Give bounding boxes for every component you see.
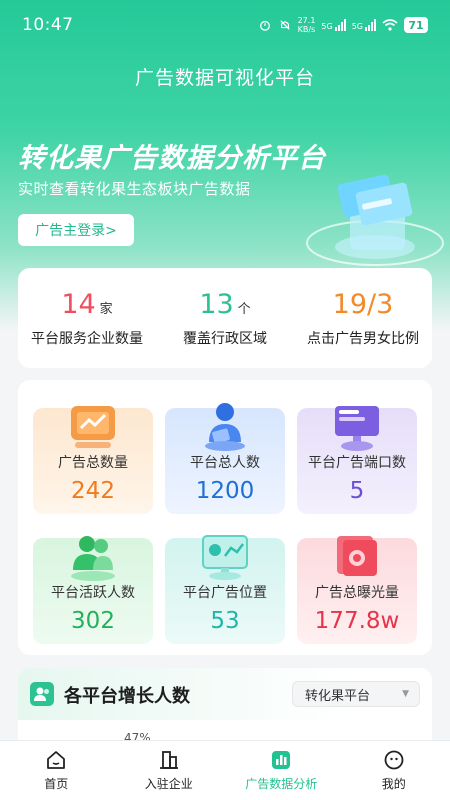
tab-profile[interactable]: 我的	[338, 749, 450, 792]
battery-indicator: 71	[404, 17, 428, 33]
status-bar: 10:47 27.1 KB/s 5G 5G 71	[0, 0, 450, 50]
ad-chart-icon	[71, 406, 115, 448]
users-group-icon	[30, 682, 54, 706]
summary-gender-ratio: 19/3 点击广告男女比例	[294, 289, 432, 348]
display-icon	[202, 535, 248, 580]
summary-unit: 家	[99, 301, 113, 317]
monitor-icon	[335, 406, 379, 451]
tile-value: 302	[71, 608, 115, 634]
summary-enterprise-count: 14 家 平台服务企业数量	[18, 289, 156, 348]
platform-select[interactable]: 转化果平台 ▼	[292, 681, 420, 707]
signal-icon-1: 5G	[321, 19, 346, 31]
tile-ad-positions[interactable]: 平台广告位置 53	[165, 535, 285, 644]
active-users-icon	[71, 536, 115, 581]
bottom-tab-bar: 首页 入驻企业 广告数据分析 我的	[0, 740, 450, 800]
tab-home[interactable]: 首页	[0, 749, 112, 792]
summary-value: 14	[61, 288, 96, 320]
platform-select-value: 转化果平台	[305, 688, 371, 704]
summary-value: 13	[199, 288, 234, 320]
chart-icon	[272, 751, 291, 769]
summary-label: 点击广告男女比例	[307, 330, 419, 347]
hero-subtitle: 实时查看转化果生态板块广告数据	[18, 180, 251, 198]
summary-label: 平台服务企业数量	[31, 330, 143, 347]
summary-unit: 个	[237, 301, 251, 317]
wifi-icon	[382, 19, 398, 31]
summary-value: 19/3	[332, 288, 394, 320]
tab-label: 首页	[44, 777, 69, 791]
building-icon	[159, 751, 178, 769]
mute-icon	[279, 20, 290, 30]
stats-grid: 广告总数量 242 平台总人数 1200 平台广告端口数 5 平台活跃人数 30…	[18, 380, 432, 655]
summary-card: 14 家 平台服务企业数量 13 个 覆盖行政区域 19/3 点击广告男女比例	[18, 268, 432, 368]
tile-active-users[interactable]: 平台活跃人数 302	[33, 536, 153, 644]
page-title: 广告数据可视化平台	[134, 67, 315, 89]
advertiser-login-button[interactable]: 广告主登录>	[18, 214, 134, 246]
summary-label: 覆盖行政区域	[183, 330, 267, 347]
tab-ad-analysis[interactable]: 广告数据分析	[225, 749, 337, 792]
exposure-icon	[337, 536, 377, 576]
tab-label: 我的	[381, 777, 406, 791]
tile-ad-count[interactable]: 广告总数量 242	[33, 406, 153, 514]
tile-ad-exposure[interactable]: 广告总曝光量 177.8w	[297, 536, 417, 644]
hero-illustration	[306, 174, 444, 266]
tile-value: 53	[210, 608, 240, 634]
tab-enterprises[interactable]: 入驻企业	[113, 749, 225, 792]
hero-title: 转化果广告数据分析平台	[18, 143, 326, 174]
tile-value: 5	[349, 478, 365, 504]
signal-icon-2: 5G	[352, 19, 376, 31]
tile-value: 242	[71, 478, 115, 504]
tile-value: 177.8w	[314, 608, 400, 634]
tile-ad-ports[interactable]: 平台广告端口数 5	[297, 406, 417, 514]
growth-title: 各平台增长人数	[64, 686, 190, 707]
tab-label: 广告数据分析	[245, 777, 318, 791]
users-icon	[205, 403, 245, 451]
status-time: 10:47	[22, 15, 74, 35]
home-icon	[47, 751, 66, 769]
tab-label: 入驻企业	[144, 777, 193, 791]
summary-region-count: 13 个 覆盖行政区域	[156, 289, 294, 348]
status-icons: 27.1 KB/s 5G 5G 71	[258, 16, 428, 34]
growth-card: 各平台增长人数 转化果平台 ▼ 47%	[18, 668, 432, 748]
network-speed: 27.1 KB/s	[297, 16, 316, 34]
tile-value: 1200	[195, 478, 255, 504]
chevron-down-icon: ▼	[402, 689, 409, 699]
profile-icon	[384, 750, 404, 770]
alarm-icon	[259, 20, 270, 31]
tile-total-users[interactable]: 平台总人数 1200	[165, 403, 285, 514]
